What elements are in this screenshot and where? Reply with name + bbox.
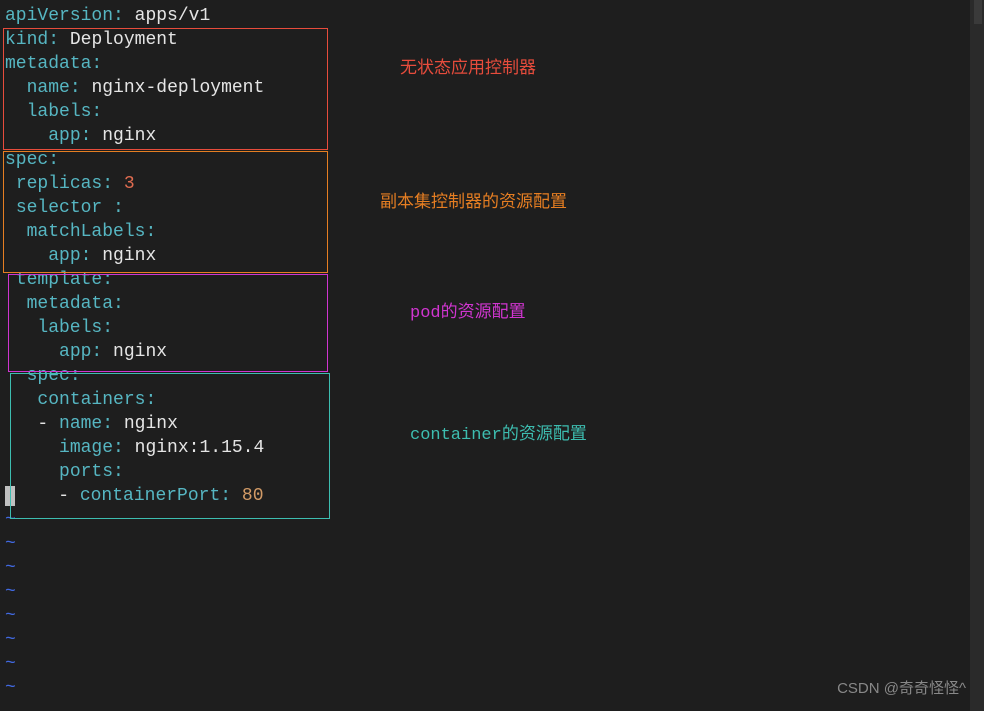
empty-line-tilde: ~ — [5, 556, 984, 580]
vertical-scrollbar[interactable] — [970, 0, 984, 711]
yaml-line: app: nginx — [5, 244, 984, 268]
empty-line-tilde: ~ — [5, 604, 984, 628]
yaml-line: - containerPort: 80 — [5, 484, 984, 508]
watermark-text: CSDN @奇奇怪怪^ — [837, 677, 966, 701]
annotation-label-replicaset: 副本集控制器的资源配置 — [380, 192, 567, 216]
yaml-line: spec: — [5, 364, 984, 388]
yaml-line: matchLabels: — [5, 220, 984, 244]
annotation-label-pod: pod的资源配置 — [410, 302, 526, 326]
yaml-line: kind: Deployment — [5, 28, 984, 52]
yaml-line: template: — [5, 268, 984, 292]
annotation-label-container: container的资源配置 — [410, 424, 587, 448]
yaml-line: labels: — [5, 100, 984, 124]
yaml-line: spec: — [5, 148, 984, 172]
yaml-line: app: nginx — [5, 340, 984, 364]
empty-line-tilde: ~ — [5, 628, 984, 652]
empty-line-tilde: ~ — [5, 652, 984, 676]
cursor — [5, 486, 15, 506]
annotation-label-deployment: 无状态应用控制器 — [400, 58, 536, 82]
yaml-line: containers: — [5, 388, 984, 412]
code-editor[interactable]: apiVersion: apps/v1 kind: Deployment met… — [0, 0, 984, 700]
scrollbar-minimap-indicator — [974, 0, 982, 24]
empty-line-tilde: ~ — [5, 532, 984, 556]
yaml-line: apiVersion: apps/v1 — [5, 4, 984, 28]
yaml-line: app: nginx — [5, 124, 984, 148]
empty-line-tilde: ~ — [5, 508, 984, 532]
empty-line-tilde: ~ — [5, 580, 984, 604]
yaml-line: ports: — [5, 460, 984, 484]
